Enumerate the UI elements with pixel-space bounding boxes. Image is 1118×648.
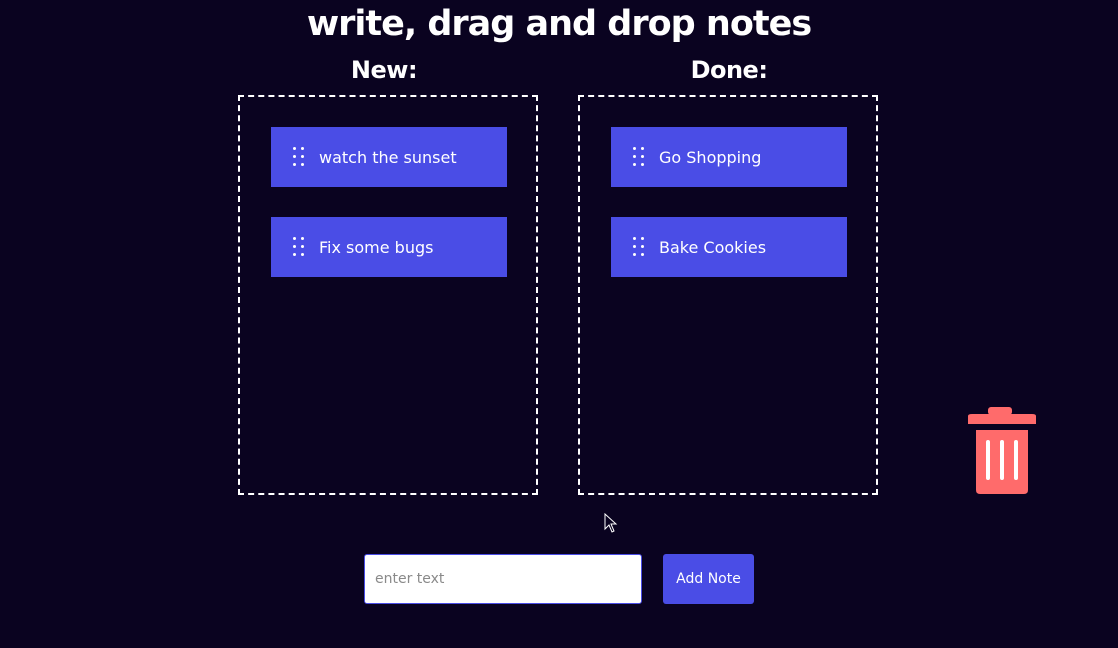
note-card[interactable]: Go Shopping bbox=[611, 127, 847, 187]
note-card[interactable]: watch the sunset bbox=[271, 127, 507, 187]
note-text: Go Shopping bbox=[659, 147, 762, 167]
drag-handle-icon[interactable] bbox=[633, 237, 645, 257]
note-text-input[interactable] bbox=[364, 554, 642, 604]
mouse-cursor-icon bbox=[604, 513, 618, 533]
drag-handle-icon[interactable] bbox=[293, 237, 305, 257]
column-done-dropzone[interactable]: Go Shopping Bake Cookies bbox=[578, 95, 878, 495]
column-heading-new: New: bbox=[350, 56, 418, 84]
column-new-dropzone[interactable]: watch the sunset Fix some bugs bbox=[238, 95, 538, 495]
add-note-button[interactable]: Add Note bbox=[663, 554, 754, 604]
note-text: Bake Cookies bbox=[659, 237, 767, 257]
trash-icon[interactable] bbox=[966, 406, 1038, 496]
note-text: Fix some bugs bbox=[319, 237, 434, 257]
note-card[interactable]: Fix some bugs bbox=[271, 217, 507, 277]
drag-handle-icon[interactable] bbox=[293, 147, 305, 167]
note-card[interactable]: Bake Cookies bbox=[611, 217, 847, 277]
page-title: write, drag and drop notes bbox=[306, 4, 812, 44]
column-heading-done: Done: bbox=[690, 56, 768, 84]
note-text: watch the sunset bbox=[319, 147, 457, 167]
drag-handle-icon[interactable] bbox=[633, 147, 645, 167]
